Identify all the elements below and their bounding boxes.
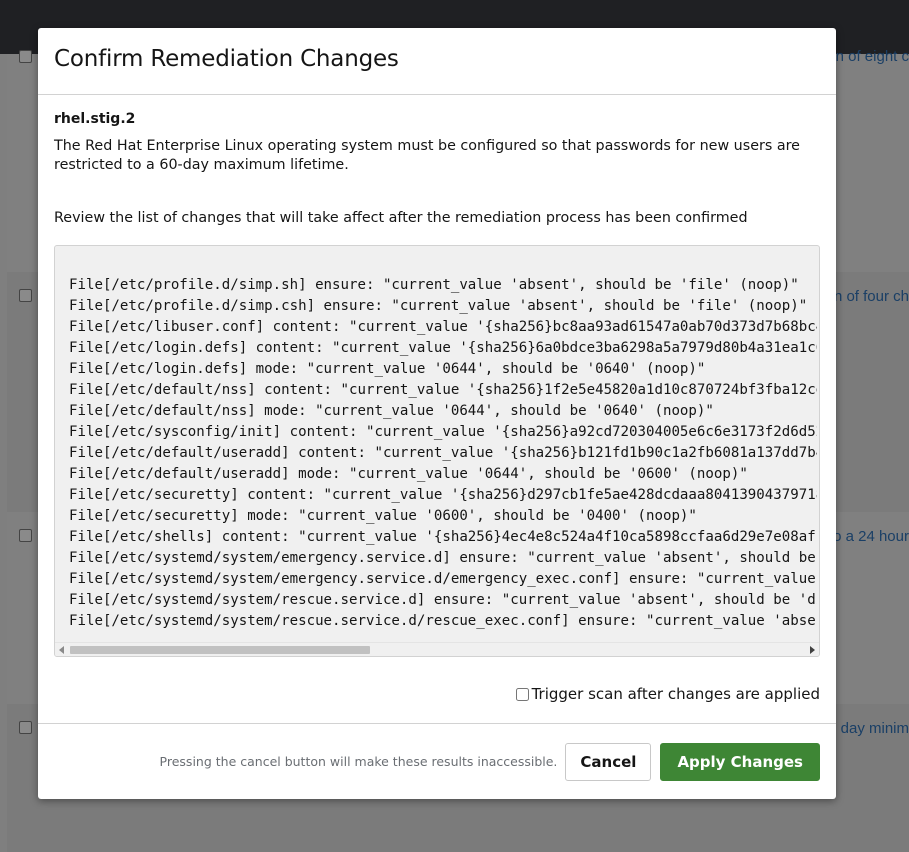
cancel-button[interactable]: Cancel <box>565 742 652 781</box>
modal-body: rhel.stig.2 The Red Hat Enterprise Linux… <box>38 95 836 703</box>
change-line: File[/etc/systemd/system/emergency.servi… <box>69 571 816 587</box>
change-line: File[/etc/systemd/system/rescue.service.… <box>69 592 817 608</box>
change-line: File[/etc/systemd/system/emergency.servi… <box>69 550 816 566</box>
scroll-left-icon[interactable] <box>59 646 64 654</box>
rule-row-checkbox[interactable] <box>19 50 32 63</box>
change-line: File[/etc/profile.d/simp.sh] ensure: "cu… <box>69 277 799 293</box>
modal-footer: Pressing the cancel button will make the… <box>38 723 836 799</box>
change-line: File[/etc/login.defs] content: "current_… <box>69 340 817 356</box>
modal-header: Confirm Remediation Changes <box>38 28 836 95</box>
changes-code-block[interactable]: File[/etc/profile.d/simp.sh] ensure: "cu… <box>54 245 820 657</box>
change-line: File[/etc/securetty] mode: "current_valu… <box>69 508 697 524</box>
rule-row-checkbox[interactable] <box>19 529 32 542</box>
change-line: File[/etc/login.defs] mode: "current_val… <box>69 361 706 377</box>
horizontal-scrollbar[interactable] <box>55 642 819 656</box>
cancel-warning-note: Pressing the cancel button will make the… <box>159 754 558 769</box>
rule-row-link[interactable]: n of eight c <box>836 48 909 65</box>
change-line: File[/etc/libuser.conf] content: "curren… <box>69 319 817 335</box>
change-line: File[/etc/default/useradd] content: "cur… <box>69 445 817 461</box>
scroll-right-icon[interactable] <box>810 646 815 654</box>
confirm-remediation-modal: Confirm Remediation Changes rhel.stig.2 … <box>38 28 836 799</box>
change-line: File[/etc/shells] content: "current_valu… <box>69 529 817 545</box>
change-line: File[/etc/default/nss] mode: "current_va… <box>69 403 714 419</box>
rule-row-link[interactable]: 0 day minim <box>828 720 909 737</box>
trigger-scan-label: Trigger scan after changes are applied <box>531 685 820 703</box>
rule-id: rhel.stig.2 <box>54 111 136 127</box>
rule-description: The Red Hat Enterprise Linux operating s… <box>54 138 800 173</box>
rule-row-checkbox[interactable] <box>19 721 32 734</box>
apply-changes-button[interactable]: Apply Changes <box>660 742 820 781</box>
change-line: File[/etc/default/useradd] mode: "curren… <box>69 466 748 482</box>
trigger-scan-checkbox[interactable] <box>515 687 529 701</box>
review-instructions: Review the list of changes that will tak… <box>54 210 748 226</box>
change-line: File[/etc/sysconfig/init] content: "curr… <box>69 424 817 440</box>
trigger-scan-row: Trigger scan after changes are applied <box>54 685 820 703</box>
rule-row-link[interactable]: n of four ch <box>834 288 909 305</box>
rule-row-link[interactable]: o a 24 hour <box>833 528 909 545</box>
change-line: File[/etc/default/nss] content: "current… <box>69 382 817 398</box>
change-line: File[/etc/profile.d/simp.csh] ensure: "c… <box>69 298 808 314</box>
modal-title: Confirm Remediation Changes <box>54 46 399 72</box>
changes-list: File[/etc/profile.d/simp.sh] ensure: "cu… <box>69 275 817 632</box>
rule-row-checkbox[interactable] <box>19 289 32 302</box>
change-line: File[/etc/securetty] content: "current_v… <box>69 487 817 503</box>
change-line: File[/etc/systemd/system/rescue.service.… <box>69 613 817 629</box>
scrollbar-thumb[interactable] <box>70 646 370 654</box>
